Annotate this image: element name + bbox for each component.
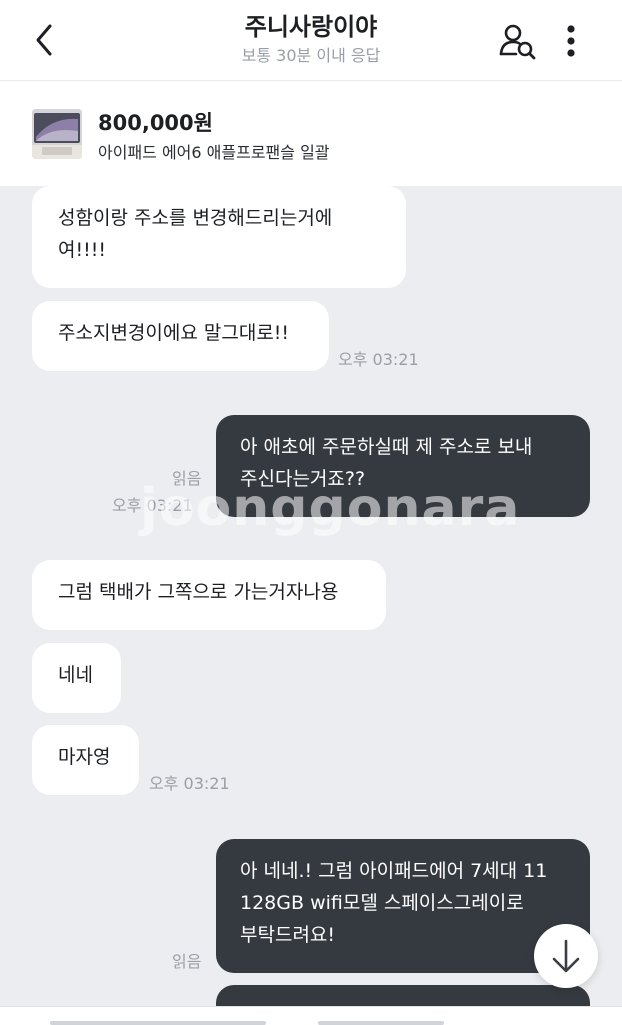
message-list[interactable]: 성함이랑 주소를 변경해드리는거에 여!!!! 주소지변경이에요 말그대로!! …	[0, 186, 622, 1024]
message-line: 네네	[58, 664, 93, 686]
read-receipt: 읽음	[172, 469, 202, 488]
message-line: 아 애초에 주문하실때 제 주소로 보내	[240, 436, 533, 458]
product-thumbnail	[32, 109, 82, 159]
product-title: 아이패드 에어6 애플프로팬슬 일괄	[98, 143, 330, 162]
message-line: 그럼 택배가 그쪽으로 가는거자나용	[58, 581, 339, 603]
message-line: 주신다는거죠??	[240, 468, 366, 490]
input-tab-indicator	[50, 1021, 266, 1025]
input-area-edge	[0, 1006, 622, 1025]
message-timestamp: 오후 03:21	[112, 496, 193, 515]
message-line: 128GB wifi모델 스페이스그레이로	[240, 892, 524, 914]
message-line: 여!!!!	[58, 239, 106, 261]
message-bubble-outgoing[interactable]: 아 애초에 주문하실때 제 주소로 보내 주신다는거죠??	[216, 415, 590, 517]
message-timestamp: 오후 03:21	[338, 350, 419, 369]
scroll-to-bottom-button[interactable]	[534, 924, 598, 988]
chat-header: 주니사랑이야 보통 30분 이내 응답	[0, 0, 622, 81]
message-bubble-incoming[interactable]: 마자영	[32, 725, 139, 795]
user-search-icon	[499, 24, 536, 60]
more-vertical-icon	[567, 25, 575, 57]
input-tab-indicator	[318, 1021, 444, 1025]
message-timestamp: 오후 03:21	[149, 774, 230, 793]
message-line: 아 네네.! 그럼 아이패드에어 7세대 11	[240, 860, 548, 882]
message-bubble-incoming[interactable]: 주소지변경이에요 말그대로!!	[32, 301, 329, 371]
message-line: 주소지변경이에요 말그대로!!	[58, 322, 290, 344]
product-info-bar[interactable]: 800,000원 아이패드 에어6 애플프로팬슬 일괄	[0, 81, 622, 186]
more-options-button[interactable]	[556, 20, 586, 62]
message-bubble-incoming[interactable]: 네네	[32, 643, 121, 713]
message-line: 성함이랑 주소를 변경해드리는거에	[58, 207, 333, 229]
message-bubble-incoming[interactable]: 그럼 택배가 그쪽으로 가는거자나용	[32, 560, 386, 630]
arrow-down-icon	[552, 939, 580, 973]
product-price: 800,000원	[98, 111, 213, 135]
user-search-button[interactable]	[498, 22, 538, 62]
message-bubble-incoming[interactable]: 성함이랑 주소를 변경해드리는거에 여!!!!	[32, 186, 406, 288]
message-line: 마자영	[58, 746, 111, 768]
read-receipt: 읽음	[172, 952, 202, 971]
message-line: 부탁드려요!	[240, 924, 336, 946]
